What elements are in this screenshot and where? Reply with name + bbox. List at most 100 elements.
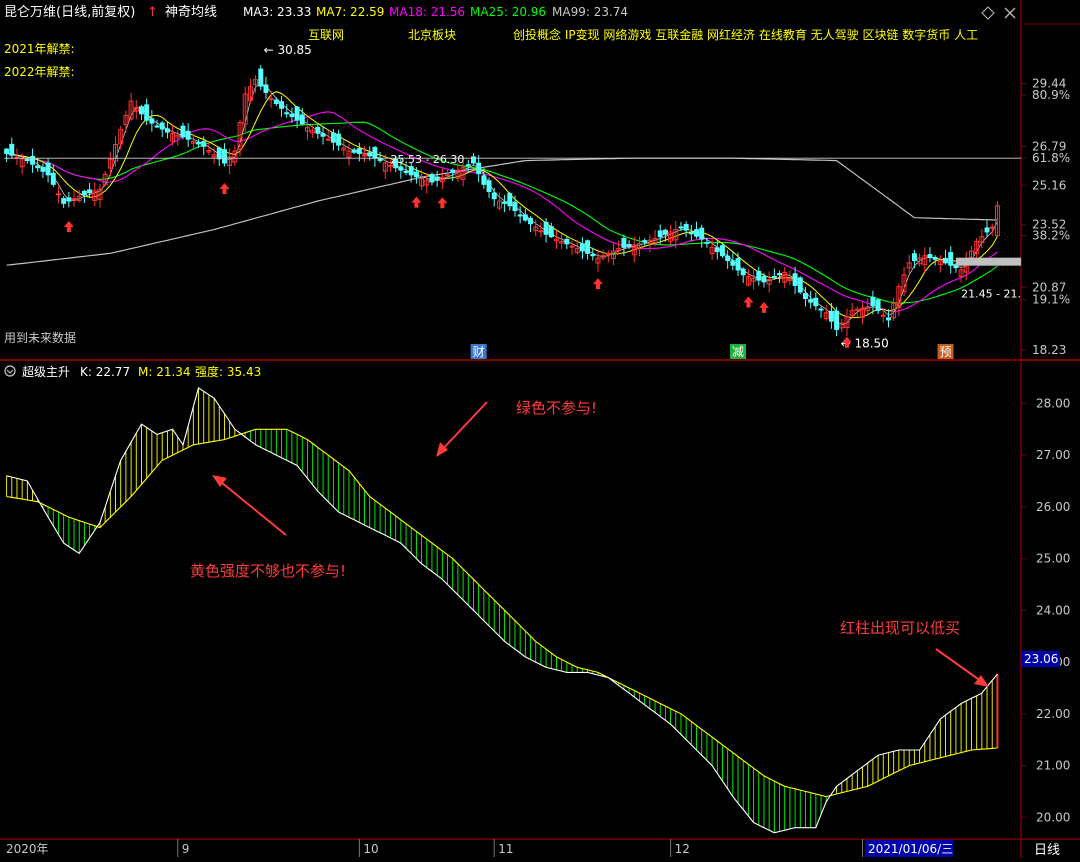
candle-body	[875, 299, 881, 311]
candle-body	[579, 243, 585, 252]
unlock-2022: 2022年解禁:	[4, 65, 75, 79]
candle-body	[408, 166, 414, 176]
indicator-tick-label: 28.00	[1036, 396, 1070, 410]
ma25-line	[6, 121, 998, 304]
annotation-yellow-arrow	[212, 475, 287, 536]
candle-body	[756, 270, 762, 281]
candle-body	[948, 252, 954, 266]
candle	[356, 142, 362, 162]
candle-body	[642, 240, 648, 243]
indicator-title[interactable]: 超级主升	[22, 364, 70, 379]
indicator-lines	[6, 387, 998, 834]
price-tick-label: 25.16	[1032, 178, 1066, 192]
candle	[766, 271, 772, 293]
annotation-green: 绿色不参与!	[516, 399, 597, 417]
candle	[476, 155, 482, 183]
candle	[491, 187, 497, 207]
buy-arrow-icon	[411, 196, 422, 208]
diamond-icon[interactable]	[981, 6, 995, 20]
indicator-panel[interactable]	[6, 387, 999, 834]
candle-body	[854, 308, 860, 311]
candle	[605, 250, 611, 263]
candle-body	[491, 192, 497, 200]
price-panel[interactable]: ← 30.85← 18.5025.53 - 26.3021.45 - 21.财减…	[4, 43, 1021, 359]
candle	[149, 110, 155, 132]
concept-beijing[interactable]: 北京板块	[408, 28, 456, 42]
candle	[756, 266, 762, 286]
candle-body	[932, 257, 938, 260]
candle-body	[35, 165, 41, 169]
concept-list[interactable]: 创投概念 IP变现 网络游戏 互联金融 网红经济 在线教育 无人驾驶 区块链 数…	[513, 27, 978, 42]
candle	[40, 163, 46, 179]
candle	[232, 145, 238, 166]
indicator-name[interactable]: 神奇均线	[165, 4, 217, 20]
candle	[688, 224, 694, 241]
candle	[211, 147, 217, 165]
indicator-settings-icon[interactable]	[4, 365, 16, 377]
candle-body	[201, 141, 207, 147]
candle	[372, 145, 378, 167]
buy-arrow-icon	[592, 278, 603, 290]
candle-body	[657, 230, 663, 238]
candle	[595, 249, 601, 272]
candle	[216, 146, 222, 166]
candle	[159, 120, 165, 137]
candle	[616, 240, 622, 255]
candle-body	[880, 314, 886, 317]
price-tick-label: 18.23	[1032, 343, 1066, 357]
candle-body	[320, 133, 326, 137]
candle-body	[356, 148, 362, 154]
candle	[71, 189, 77, 207]
candle-body	[543, 221, 549, 235]
candle	[336, 129, 342, 151]
candle	[834, 306, 840, 337]
candle	[486, 177, 492, 199]
candle-body	[626, 243, 632, 247]
unlock-labels: 2021年解禁: 2022年解禁: 用到未来数据	[4, 42, 76, 345]
candle-body	[45, 162, 51, 176]
candle	[351, 147, 357, 154]
concept-internet[interactable]: 互联网	[308, 28, 344, 42]
candle-body	[87, 189, 93, 194]
candle-body	[517, 214, 523, 217]
buy-arrow-icon	[63, 221, 74, 233]
current-value-label: 23.06	[1024, 652, 1058, 666]
candle-body	[30, 155, 36, 165]
candle-body	[984, 227, 990, 233]
candle-body	[372, 147, 378, 159]
close-icon[interactable]	[1004, 7, 1016, 19]
candle-body	[180, 125, 186, 138]
candle-body	[367, 152, 373, 157]
candle-body	[289, 113, 295, 118]
candle	[751, 269, 757, 290]
candle	[92, 182, 98, 207]
price-tick-label: 80.9%	[1032, 88, 1070, 102]
candle	[813, 292, 819, 311]
candle-body	[398, 166, 404, 171]
candle	[911, 249, 917, 269]
candle	[683, 221, 689, 238]
candle	[647, 234, 653, 253]
candle	[636, 236, 642, 256]
chart-svg: ← 30.85← 18.5025.53 - 26.3021.45 - 21.财减…	[0, 0, 1080, 858]
candle-body	[802, 293, 808, 300]
date-tick-label: 2020年	[6, 842, 49, 856]
candle-body	[885, 317, 891, 321]
candle-body	[279, 101, 285, 109]
candle	[273, 97, 279, 106]
candle-body	[777, 273, 783, 276]
range-label-2: 21.45 - 21.	[961, 287, 1021, 300]
indicator-tick-label: 21.00	[1036, 759, 1070, 773]
candle	[310, 124, 316, 139]
ma18-line	[6, 111, 998, 313]
candle	[885, 309, 891, 328]
candle-body	[989, 226, 995, 229]
candle-body	[258, 68, 264, 87]
candle-body	[315, 126, 321, 134]
cursor-date: 2021/01/06/三	[868, 842, 953, 856]
period-label[interactable]: 日线	[1034, 843, 1060, 858]
candle-body	[590, 254, 596, 257]
candle-body	[792, 273, 798, 286]
candle-body	[149, 118, 155, 124]
stock-name[interactable]: 昆仑万维(日线,前复权)	[4, 4, 135, 20]
